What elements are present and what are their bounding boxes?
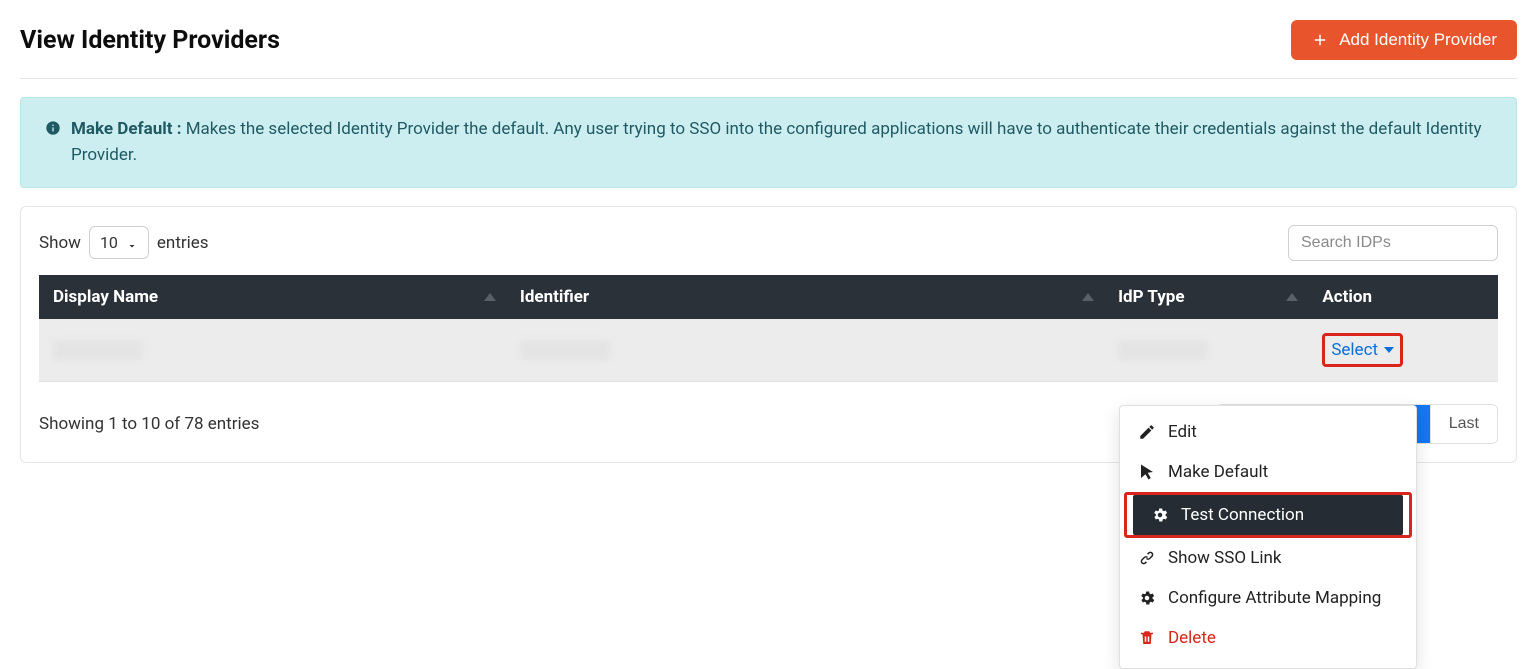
table-toolbar: Show 10 entries — [39, 225, 1498, 261]
page-header: View Identity Providers Add Identity Pro… — [20, 20, 1517, 79]
row-action-label: Select — [1331, 340, 1378, 360]
edit-icon — [1138, 423, 1156, 441]
showing-text: Showing 1 to 10 of 78 entries — [39, 414, 259, 434]
col-display-name-label: Display Name — [53, 287, 158, 307]
menu-make-default-label: Make Default — [1168, 462, 1268, 482]
trash-icon — [1138, 629, 1156, 647]
menu-test-connection-label: Test Connection — [1181, 505, 1304, 525]
menu-test-connection-highlight: Test Connection — [1124, 492, 1412, 538]
cell-idp-type — [1104, 319, 1308, 382]
sort-icon — [1286, 293, 1298, 301]
table-header-row: Display Name Identifier IdP Type Action — [39, 275, 1498, 319]
menu-configure-attr-label: Configure Attribute Mapping — [1168, 588, 1381, 608]
col-action: Action — [1308, 275, 1498, 319]
plus-icon — [1311, 31, 1329, 49]
menu-make-default[interactable]: Make Default — [1120, 452, 1416, 492]
entries-label: entries — [157, 233, 209, 253]
col-idp-type[interactable]: IdP Type — [1104, 275, 1308, 319]
col-identifier-label: Identifier — [520, 287, 589, 307]
add-identity-provider-button[interactable]: Add Identity Provider — [1291, 20, 1517, 60]
col-identifier[interactable]: Identifier — [506, 275, 1104, 319]
row-action-menu: Edit Make Default Test Connection Show S… — [1119, 405, 1417, 669]
menu-show-sso-link-label: Show SSO Link — [1168, 548, 1282, 568]
sort-icon — [484, 293, 496, 301]
info-banner: Make Default : Makes the selected Identi… — [20, 97, 1517, 188]
cell-display-name — [39, 319, 506, 382]
cursor-icon — [1138, 463, 1156, 481]
page-last[interactable]: Last — [1431, 405, 1497, 443]
gears-icon — [1151, 506, 1169, 524]
show-label: Show — [39, 233, 81, 253]
menu-show-sso-link[interactable]: Show SSO Link — [1120, 538, 1416, 578]
search-input[interactable] — [1288, 225, 1498, 261]
chevron-down-icon — [126, 237, 138, 249]
page-size-select[interactable]: 10 — [89, 226, 149, 259]
col-display-name[interactable]: Display Name — [39, 275, 506, 319]
idp-table-card: Show 10 entries Display Name — [20, 206, 1517, 463]
menu-test-connection[interactable]: Test Connection — [1133, 495, 1403, 535]
menu-configure-attribute-mapping[interactable]: Configure Attribute Mapping — [1120, 578, 1416, 618]
gear-icon — [1138, 589, 1156, 607]
redacted-value — [53, 340, 143, 360]
info-label: Make Default : — [71, 119, 182, 139]
table-row: Select — [39, 319, 1498, 382]
redacted-value — [1118, 340, 1208, 360]
row-action-select[interactable]: Select — [1322, 333, 1403, 367]
idp-table: Display Name Identifier IdP Type Action — [39, 275, 1498, 382]
add-button-label: Add Identity Provider — [1339, 30, 1497, 50]
info-text: Make Default : Makes the selected Identi… — [71, 116, 1492, 169]
cell-identifier — [506, 319, 1104, 382]
redacted-value — [520, 340, 610, 360]
sort-icon — [1082, 293, 1094, 301]
show-entries: Show 10 entries — [39, 226, 209, 259]
col-idp-type-label: IdP Type — [1118, 287, 1184, 307]
info-body: Makes the selected Identity Provider the… — [71, 119, 1482, 165]
page-size-value: 10 — [100, 233, 118, 252]
link-icon — [1138, 549, 1156, 567]
menu-delete-label: Delete — [1168, 628, 1216, 648]
col-action-label: Action — [1322, 287, 1372, 307]
page-title: View Identity Providers — [20, 26, 280, 55]
menu-edit-label: Edit — [1168, 422, 1197, 442]
info-icon — [45, 118, 61, 169]
cell-action: Select — [1308, 319, 1498, 382]
menu-edit[interactable]: Edit — [1120, 412, 1416, 452]
caret-down-icon — [1384, 347, 1394, 353]
menu-delete[interactable]: Delete — [1120, 618, 1416, 658]
